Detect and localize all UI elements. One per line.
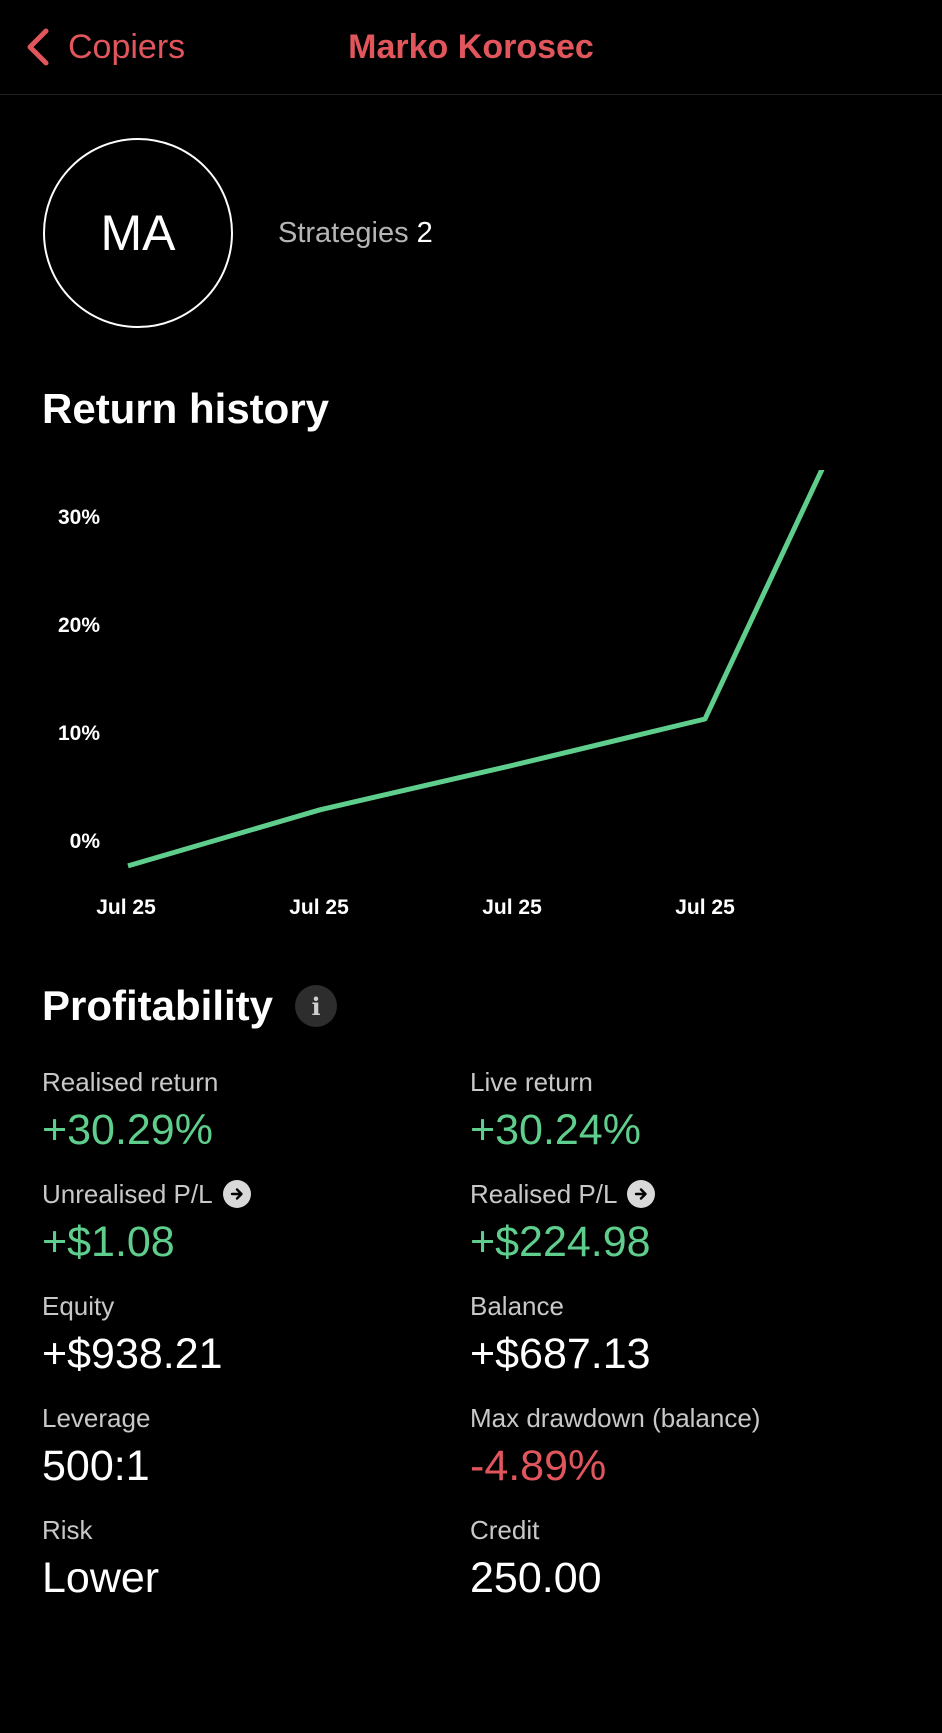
y-tick-label: 30% [58,506,100,529]
navigation-bar: Copiers Marko Korosec [0,0,942,95]
metric-label: Equity [42,1290,115,1321]
metric-label: Balance [470,1290,564,1321]
metric-value: +$938.21 [42,1330,223,1378]
metric-label: Leverage [42,1402,151,1433]
metric-label: Realised P/L [470,1178,618,1209]
x-tick-label: Jul 25 [96,896,156,919]
metric-label: Live return [470,1066,593,1097]
metric-realised-return: Realised return +30.29% [42,1064,462,1158]
metric-value: 250.00 [470,1554,602,1602]
strategies-count: Strategies 2 [278,217,433,250]
metric-credit: Credit 250.00 [470,1512,890,1606]
profitability-header: Profitability i [42,982,338,1030]
metric-value: 500:1 [42,1442,150,1490]
profitability-title: Profitability [42,982,274,1029]
arrow-right-icon[interactable] [627,1180,656,1208]
metric-label: Risk [42,1514,93,1545]
metric-value: +30.24% [470,1106,641,1154]
metric-label: Realised return [42,1066,219,1097]
metric-balance: Balance +$687.13 [470,1288,890,1382]
return-history-chart: 30% 20% 10% 0% Jul 25 Jul 25 Jul 25 Jul 25 [58,470,825,919]
metric-equity: Equity +$938.21 [42,1288,462,1382]
y-tick-label: 20% [58,614,100,637]
metric-value: +$224.98 [470,1218,651,1266]
x-tick-label: Jul 25 [675,896,735,919]
metric-leverage: Leverage 500:1 [42,1400,462,1494]
page-title: Marko Korosec [348,28,594,66]
metric-value: +$1.08 [42,1218,175,1266]
return-history-title: Return history [42,385,330,432]
metric-value: +30.29% [42,1106,213,1154]
metric-max-drawdown-balance: Max drawdown (balance) -4.89% [470,1400,890,1494]
metric-value: -4.89% [470,1442,607,1490]
metric-risk: Risk Lower [42,1512,462,1606]
metric-label: Max drawdown (balance) [470,1402,761,1433]
metric-realised-p-l[interactable]: Realised P/L +$224.98 [470,1176,890,1270]
metric-label: Credit [470,1514,540,1545]
strategies-value: 2 [416,217,433,249]
x-tick-label: Jul 25 [482,896,542,919]
y-tick-label: 10% [58,722,100,745]
avatar: MA [43,138,233,328]
x-tick-label: Jul 25 [289,896,349,919]
metric-unrealised-p-l[interactable]: Unrealised P/L +$1.08 [42,1176,462,1270]
strategies-label: Strategies [278,217,409,249]
info-icon[interactable]: i [295,985,338,1027]
y-tick-label: 0% [70,830,101,853]
metric-label: Unrealised P/L [42,1178,213,1209]
metric-value: +$687.13 [470,1330,651,1378]
metric-value: Lower [42,1554,160,1602]
return-series-line [127,470,825,869]
avatar-initials: MA [100,205,176,261]
metric-live-return: Live return +30.24% [470,1064,890,1158]
arrow-right-icon[interactable] [222,1180,251,1208]
